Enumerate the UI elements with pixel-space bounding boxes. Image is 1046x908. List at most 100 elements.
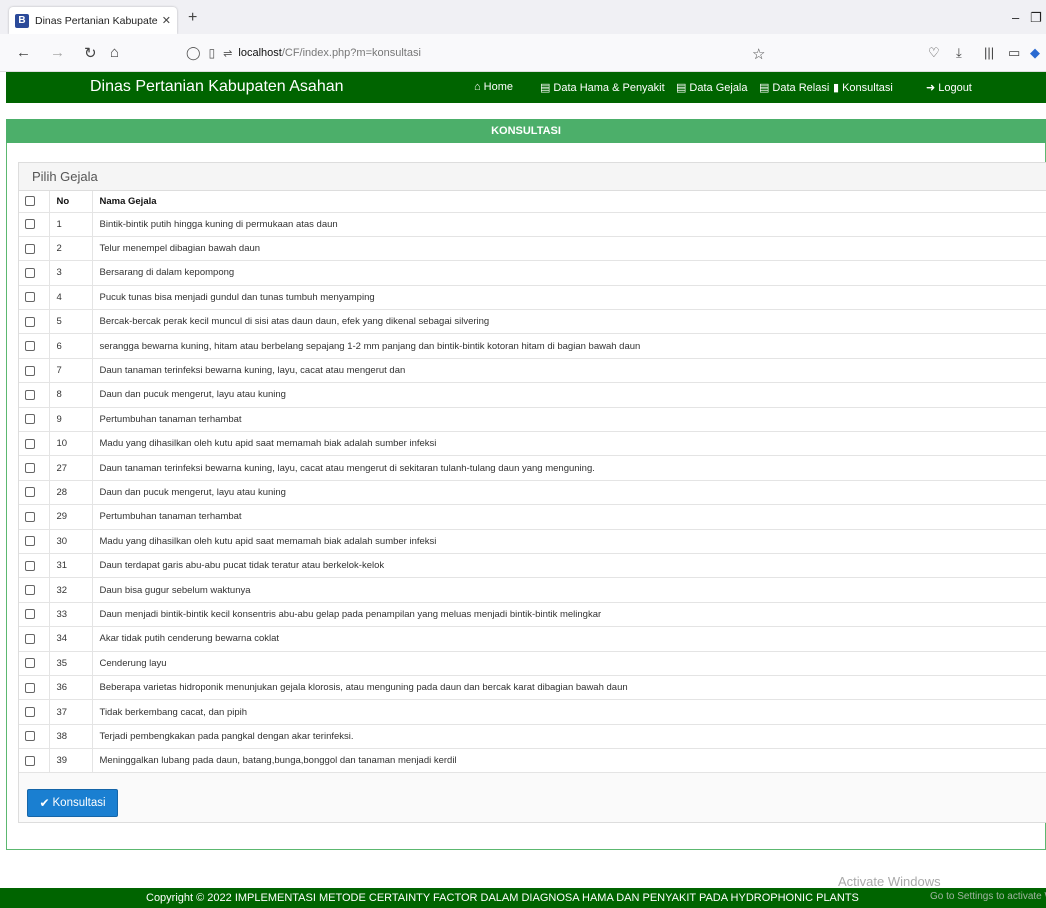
symptom-checkbox[interactable] (25, 463, 35, 474)
row-symptom-name: Daun tanaman terinfeksi bewarna kuning, … (92, 358, 1046, 384)
symptom-checkbox[interactable] (25, 633, 35, 644)
row-symptom-name: Madu yang dihasilkan oleh kutu apid saat… (92, 431, 1046, 457)
url-host: localhost (238, 47, 282, 59)
table-row: 38 Terjadi pembengkakan pada pangkal deng… (19, 724, 1046, 750)
activate-windows-watermark: Activate Windows (838, 874, 941, 889)
table-row: 35 Cenderung layu (19, 651, 1046, 676)
row-checkbox-cell (19, 529, 50, 554)
row-number: 29 (49, 504, 93, 530)
row-checkbox-cell (19, 577, 50, 603)
row-symptom-name: Cenderung layu (92, 651, 1046, 676)
table-row: 1 Bintik-bintik putih hingga kuning di pe… (19, 212, 1046, 237)
symptom-checkbox[interactable] (25, 267, 35, 278)
row-number: 10 (49, 431, 93, 457)
symptom-checkbox[interactable] (25, 438, 35, 449)
konsultasi-button[interactable]: ✔ Konsultasi (27, 789, 118, 817)
table-row: 6 serangga bewarna kuning, hitam atau ber… (19, 333, 1046, 359)
table-row: 8 Daun dan pucuk mengerut, layu atau kuni… (19, 382, 1046, 408)
row-symptom-name: Bercak-bercak perak kecil muncul di sisi… (92, 309, 1046, 335)
symptom-table: No Nama Gejala 1 Bintik-bintik putih hing… (19, 191, 1046, 774)
symptom-checkbox[interactable] (25, 755, 35, 766)
symptom-checkbox[interactable] (25, 511, 35, 522)
row-number: 35 (49, 651, 93, 676)
table-row: 27 Daun tanaman terinfeksi bewarna kuning… (19, 455, 1046, 481)
nav-data-gejala[interactable]: ▤ Data Gejala (676, 81, 748, 95)
row-number: 8 (49, 382, 93, 408)
app-navbar: Dinas Pertanian Kabupaten Asahan ⌂ Home ▤… (6, 72, 1046, 103)
nav-data-relasi[interactable]: ▤ Data Relasi (759, 81, 829, 95)
list-icon: ▤ (540, 82, 551, 94)
symptom-checkbox[interactable] (25, 706, 35, 717)
table-row: 30 Madu yang dihasilkan oleh kutu apid sa… (19, 529, 1046, 554)
panel-body: Pilih Gejala No Nama Gejala 1 Bintik-bint… (6, 143, 1046, 850)
symptom-checkbox[interactable] (25, 292, 35, 303)
symptom-checkbox[interactable] (25, 658, 35, 669)
table-row: 3 Bersarang di dalam kepompong (19, 260, 1046, 286)
download-icon[interactable]: ⤓ (956, 45, 962, 61)
brand-title[interactable]: Dinas Pertanian Kabupaten Asahan (90, 78, 344, 96)
bookmark-star-icon[interactable]: ☆ (752, 45, 765, 63)
table-row: 33 Daun menjadi bintik-bintik kecil konse… (19, 602, 1046, 628)
row-number: 4 (49, 285, 93, 311)
symptom-checkbox[interactable] (25, 414, 35, 425)
row-symptom-name: Bersarang di dalam kepompong (92, 260, 1046, 286)
row-checkbox-cell (19, 260, 50, 286)
activate-windows-hint: Go to Settings to activate Windows. (930, 891, 1046, 902)
symptom-checkbox[interactable] (25, 316, 35, 327)
symptom-checkbox[interactable] (25, 487, 35, 498)
row-number: 5 (49, 309, 93, 335)
row-symptom-name: Akar tidak putih cenderung bewarna cokla… (92, 626, 1046, 652)
close-tab-icon[interactable]: ✕ (162, 14, 171, 27)
symptom-checkbox[interactable] (25, 536, 35, 547)
row-number: 3 (49, 260, 93, 286)
row-symptom-name: Meninggalkan lubang pada daun, batang,bu… (92, 748, 1046, 774)
row-symptom-name: Pucuk tunas bisa menjadi gundul dan tuna… (92, 285, 1046, 311)
row-number: 39 (49, 748, 93, 774)
back-icon[interactable]: ← (16, 44, 31, 61)
symptom-checkbox[interactable] (25, 219, 35, 230)
symptom-checkbox[interactable] (25, 389, 35, 400)
page-icon: ▯ (208, 46, 216, 60)
minimize-icon[interactable]: – (1012, 10, 1019, 25)
address-bar[interactable]: ◯ ▯ ⇌ localhost /CF/index.php?m=konsulta… (186, 40, 766, 66)
symptom-checkbox[interactable] (25, 243, 35, 254)
symptom-checkbox[interactable] (25, 341, 35, 352)
row-checkbox-cell (19, 602, 50, 628)
nav-home[interactable]: ⌂ Home (474, 81, 513, 93)
table-row: 34 Akar tidak putih cenderung bewarna cok… (19, 626, 1046, 652)
forward-icon[interactable]: → (50, 44, 65, 61)
row-symptom-name: Beberapa varietas hidroponik menunjukan … (92, 675, 1046, 701)
symptom-checkbox[interactable] (25, 731, 35, 742)
symptom-checkbox[interactable] (25, 560, 35, 571)
library-icon[interactable]: ||| (984, 45, 994, 60)
table-row: 37 Tidak berkembang cacat, dan pipih (19, 699, 1046, 725)
select-all-checkbox[interactable] (25, 196, 35, 207)
row-checkbox-cell (19, 236, 50, 262)
table-row: 2 Telur menempel dibagian bawah daun (19, 236, 1046, 262)
sidebar-icon[interactable]: ▭ (1008, 45, 1020, 61)
nav-logout[interactable]: ➜ Logout (926, 81, 972, 95)
row-checkbox-cell (19, 699, 50, 725)
extension-icon[interactable]: ◆ (1030, 45, 1040, 61)
table-row: 36 Beberapa varietas hidroponik menunjuka… (19, 675, 1046, 701)
row-checkbox-cell (19, 382, 50, 408)
home-browser-icon[interactable]: ⌂ (110, 44, 119, 61)
reload-icon[interactable]: ↻ (84, 44, 97, 62)
row-symptom-name: Daun dan pucuk mengerut, layu atau kunin… (92, 382, 1046, 408)
new-tab-icon[interactable]: + (188, 9, 197, 27)
symptom-checkbox[interactable] (25, 609, 35, 620)
restore-icon[interactable]: ❐ (1030, 10, 1042, 26)
symptom-checkbox[interactable] (25, 585, 35, 596)
symptom-checkbox[interactable] (25, 365, 35, 376)
nav-konsultasi[interactable]: ▮ Konsultasi (833, 81, 893, 95)
home-icon: ⌂ (474, 81, 481, 93)
pocket-icon[interactable]: ♡ (928, 45, 940, 61)
row-symptom-name: Pertumbuhan tanaman terhambat (92, 407, 1046, 433)
list-icon: ▤ (759, 82, 770, 94)
browser-tab[interactable]: B Dinas Pertanian Kabupaten Asahan ✕ (9, 7, 177, 34)
symptom-checkbox[interactable] (25, 682, 35, 693)
table-row: 4 Pucuk tunas bisa menjadi gundul dan tun… (19, 285, 1046, 311)
table-row: 29 Pertumbuhan tanaman terhambat (19, 504, 1046, 530)
nav-data-hama-penyakit[interactable]: ▤ Data Hama & Penyakit (540, 81, 665, 95)
row-checkbox-cell (19, 358, 50, 384)
